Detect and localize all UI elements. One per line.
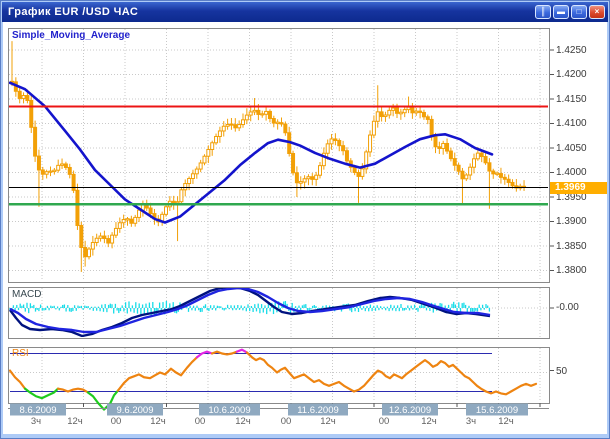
- price-axis-label: 1.4050: [556, 143, 587, 154]
- price-axis-label: 1.3900: [556, 216, 587, 227]
- price-axis-label: 1.4100: [556, 118, 587, 129]
- time-axis[interactable]: [8, 403, 550, 429]
- minimize-icon[interactable]: ▬: [553, 5, 569, 19]
- window-title: График EUR /USD ЧАС: [2, 6, 138, 18]
- window-controls: ║ ▬ □ ×: [535, 5, 608, 19]
- sma-indicator-label: Simple_Moving_Average: [12, 30, 130, 41]
- rsi-indicator-label: RSI: [12, 348, 29, 359]
- price-axis-label: 1.4250: [556, 45, 587, 56]
- current-price-tag: 1.3969: [550, 182, 607, 194]
- macd-axis-label: -0.00: [556, 302, 579, 313]
- price-axis-label: 1.4000: [556, 167, 587, 178]
- rsi-panel[interactable]: [8, 347, 550, 404]
- pause-icon[interactable]: ║: [535, 5, 551, 19]
- macd-indicator-label: MACD: [12, 289, 41, 300]
- macd-panel[interactable]: [8, 287, 550, 339]
- price-axis[interactable]: 1.4250 1.4200 1.4150 1.4100 1.4050 1.4000 1.39…: [550, 28, 607, 403]
- price-axis-label: 1.3850: [556, 241, 587, 252]
- rsi-axis-label: 50: [556, 366, 567, 377]
- restore-icon[interactable]: □: [571, 5, 587, 19]
- titlebar[interactable]: График EUR /USD ЧАС ║ ▬ □ ×: [2, 2, 608, 22]
- price-axis-label: 1.4150: [556, 94, 587, 105]
- main-chart-panel[interactable]: [8, 28, 550, 283]
- price-axis-label: 1.4200: [556, 69, 587, 80]
- price-axis-label: 1.3800: [556, 265, 587, 276]
- close-icon[interactable]: ×: [589, 5, 605, 19]
